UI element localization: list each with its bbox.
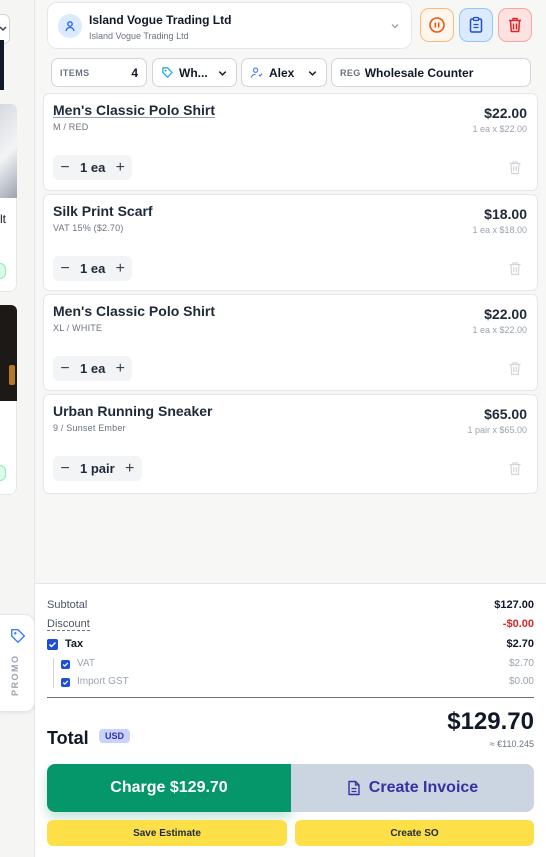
discount-value: -$0.00	[502, 618, 534, 630]
product-image	[0, 305, 17, 401]
document-icon	[348, 780, 360, 796]
discount-link[interactable]: Discount	[47, 618, 90, 631]
item-price: $22.00	[484, 105, 527, 121]
items-label: ITEMS	[60, 67, 90, 78]
create-so-button[interactable]: Create SO	[295, 820, 534, 846]
item-variant: XL / WHITE	[53, 323, 103, 333]
product-card-text: lt	[0, 212, 6, 226]
salesperson-select[interactable]: Alex	[241, 58, 327, 87]
create-invoice-label: Create Invoice	[368, 779, 479, 796]
price-list-value: Wh...	[179, 65, 208, 80]
total-value: $129.70	[447, 708, 534, 735]
tax-line-label: Import GST	[77, 676, 129, 687]
trash-icon[interactable]	[508, 160, 522, 175]
item-unit-price: 1 ea x $22.00	[472, 325, 527, 335]
user-icon	[250, 67, 263, 78]
vat-checkbox[interactable]	[61, 660, 70, 669]
item-name[interactable]: Men's Classic Polo Shirt	[53, 102, 215, 118]
product-image	[0, 104, 17, 198]
user-icon	[58, 14, 82, 38]
salesperson-value: Alex	[269, 65, 295, 80]
register-field[interactable]: REG Wholesale Counter	[331, 58, 531, 87]
tax-label: Tax	[65, 638, 84, 650]
trash-icon[interactable]	[508, 261, 522, 276]
decrease-qty-button[interactable]: −	[53, 356, 77, 381]
item-price: $22.00	[484, 306, 527, 322]
price-list-select[interactable]: Wh...	[152, 58, 237, 87]
tag-icon	[10, 628, 26, 644]
chevron-down-icon	[391, 24, 399, 29]
item-name[interactable]: Men's Classic Polo Shirt	[53, 303, 215, 319]
item-unit-price: 1 pair x $65.00	[467, 425, 527, 435]
cart-item[interactable]: Men's Classic Polo Shirt M / RED $22.00 …	[43, 93, 538, 191]
increase-qty-button[interactable]: +	[108, 356, 132, 381]
item-name[interactable]: Urban Running Sneaker	[53, 403, 212, 419]
quantity-stepper: − 1 ea +	[53, 256, 133, 281]
tax-line-label: VAT	[77, 658, 95, 669]
hold-sale-button[interactable]	[420, 8, 454, 42]
trash-icon[interactable]	[508, 361, 522, 376]
quantity-stepper: − 1 ea +	[53, 356, 133, 381]
clear-cart-button[interactable]	[498, 8, 532, 42]
cart-panel: Island Vogue Trading Ltd Island Vogue Tr…	[35, 0, 546, 857]
item-unit-price: 1 ea x $18.00	[472, 225, 527, 235]
dark-divider	[0, 40, 4, 90]
items-count: 4	[131, 66, 138, 80]
tax-tree-line	[53, 658, 54, 688]
import-gst-checkbox[interactable]	[61, 678, 70, 687]
totals-panel: Subtotal $127.00 Discount -$0.00 Tax $2.…	[35, 583, 546, 857]
increase-qty-button[interactable]: +	[118, 456, 142, 481]
subtotal-label: Subtotal	[47, 599, 88, 611]
promo-label: PROMO	[10, 654, 20, 696]
subtotal-value: $127.00	[494, 599, 534, 611]
chevron-down-icon	[308, 71, 317, 76]
tag-icon	[162, 67, 173, 78]
clipboard-icon	[469, 16, 483, 33]
customer-selector[interactable]: Island Vogue Trading Ltd Island Vogue Tr…	[47, 2, 412, 49]
item-variant: M / RED	[53, 122, 89, 132]
item-quantity[interactable]: 1 ea	[77, 160, 108, 175]
total-label: Total	[47, 728, 89, 748]
create-invoice-button[interactable]: Create Invoice	[291, 764, 534, 812]
save-estimate-button[interactable]: Save Estimate	[47, 820, 287, 846]
cart-item[interactable]: Urban Running Sneaker 9 / Sunset Ember $…	[43, 394, 538, 494]
register-label: REG	[340, 67, 361, 78]
trash-icon[interactable]	[508, 461, 522, 476]
cart-item[interactable]: Men's Classic Polo Shirt XL / WHITE $22.…	[43, 294, 538, 391]
item-quantity[interactable]: 1 pair	[77, 461, 118, 476]
tax-line-value: $0.00	[508, 676, 534, 687]
pause-icon	[429, 17, 445, 33]
increase-qty-button[interactable]: +	[108, 155, 132, 180]
currency-badge: USD	[99, 729, 131, 743]
tax-line-value: $2.70	[508, 658, 534, 669]
item-name[interactable]: Silk Print Scarf	[53, 203, 153, 219]
clipboard-button[interactable]	[459, 8, 493, 42]
converted-total: ≈ €110.245	[489, 739, 534, 749]
increase-qty-button[interactable]: +	[108, 256, 132, 281]
decrease-qty-button[interactable]: −	[53, 456, 77, 481]
chevron-down-icon	[218, 71, 227, 76]
item-quantity[interactable]: 1 ea	[77, 361, 108, 376]
item-unit-price: 1 ea x $22.00	[472, 124, 527, 134]
cart-item[interactable]: Silk Print Scarf VAT 15% ($2.70) $18.00 …	[43, 194, 538, 291]
quantity-stepper: − 1 ea +	[53, 155, 133, 180]
item-variant: 9 / Sunset Ember	[53, 423, 126, 433]
quantity-stepper: − 1 pair +	[53, 456, 142, 481]
charge-button[interactable]: Charge $129.70	[47, 764, 291, 812]
totals-divider	[47, 697, 534, 698]
decrease-qty-button[interactable]: −	[53, 155, 77, 180]
item-quantity[interactable]: 1 ea	[77, 261, 108, 276]
tax-value: $2.70	[506, 638, 534, 650]
customer-company: Island Vogue Trading Ltd	[89, 31, 189, 41]
trash-icon	[509, 17, 521, 33]
product-grid-edge: lt	[0, 0, 35, 857]
item-price: $18.00	[484, 206, 527, 222]
decrease-qty-button[interactable]: −	[53, 256, 77, 281]
register-value: Wholesale Counter	[364, 65, 474, 80]
customer-name: Island Vogue Trading Ltd	[89, 13, 232, 27]
item-tax-note: VAT 15% ($2.70)	[53, 223, 124, 233]
items-count-box: ITEMS 4	[51, 58, 147, 87]
tax-checkbox[interactable]	[47, 639, 58, 650]
item-price: $65.00	[484, 406, 527, 422]
